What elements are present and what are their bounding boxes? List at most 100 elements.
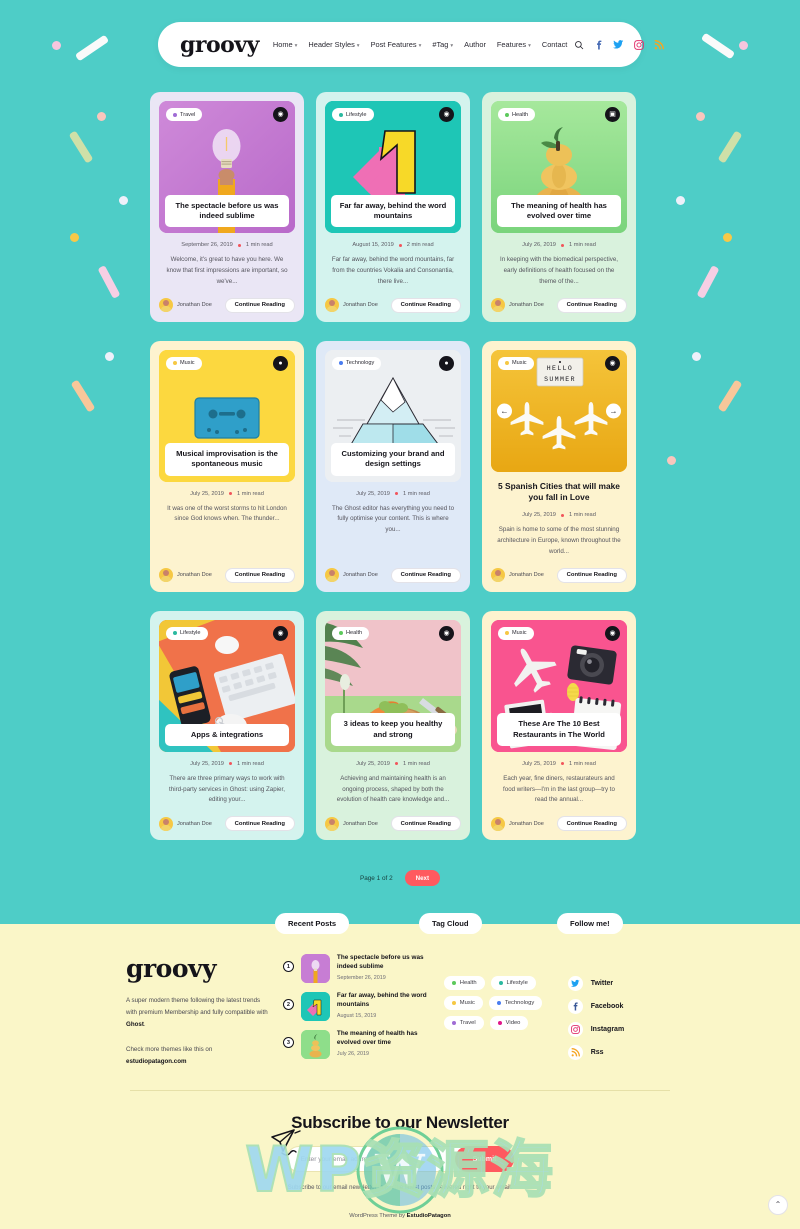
footer-logo[interactable]: groovy xyxy=(126,954,271,983)
post-thumbnail[interactable]: Lifestyle ◉ Apps & integrations xyxy=(159,619,295,752)
post-thumbnail[interactable]: Travel ◉ The spectacle before us was ind… xyxy=(159,101,295,233)
tag-video[interactable]: Video xyxy=(489,1016,529,1031)
follow-link-twitter[interactable]: Twitter xyxy=(567,976,674,992)
nav-item-home[interactable]: Home ▾ xyxy=(273,40,297,49)
newsletter-form: Enter your email address Submit xyxy=(0,1146,800,1173)
recent-post-title[interactable]: The spectacle before us was indeed subli… xyxy=(337,954,430,972)
category-badge[interactable]: Music xyxy=(498,626,534,640)
continue-reading-button[interactable]: Continue Reading xyxy=(556,297,627,313)
carousel-prev-arrow-icon[interactable]: ← xyxy=(497,403,512,419)
post-author[interactable]: Jonathan Doe xyxy=(159,568,212,583)
recent-post-number: 1 xyxy=(282,961,294,973)
nav-item-post-features[interactable]: Post Features ▾ xyxy=(371,40,422,49)
credit-brand[interactable]: EstudioPatagon xyxy=(407,1213,451,1219)
category-badge[interactable]: Lifestyle xyxy=(166,626,208,640)
twitter-icon[interactable] xyxy=(613,39,624,50)
post-thumbnail[interactable]: Lifestyle ◉ Far far away, behind the wor… xyxy=(325,101,461,233)
instagram-icon[interactable] xyxy=(633,39,644,50)
carousel-next-arrow-icon[interactable]: → xyxy=(606,403,621,419)
post-card[interactable]: Health ▣ The meaning of health has evolv… xyxy=(482,92,636,322)
post-thumbnail[interactable]: Music ● Musical improvisation is the spo… xyxy=(159,349,295,482)
recent-post-title[interactable]: Far far away, behind the word mountains xyxy=(337,992,430,1010)
recent-post-text: Far far away, behind the word mountains … xyxy=(337,992,430,1019)
continue-reading-button[interactable]: Continue Reading xyxy=(556,816,627,832)
facebook-icon[interactable] xyxy=(593,39,604,50)
category-badge[interactable]: Technology xyxy=(332,356,382,370)
post-card[interactable]: Health ◉ 3 ideas to keep you healthy and… xyxy=(316,610,470,841)
tag-music[interactable]: Music xyxy=(443,996,483,1011)
category-badge[interactable]: Health xyxy=(332,626,370,640)
post-title[interactable]: These Are The 10 Best Restaurants in The… xyxy=(497,713,621,746)
post-title[interactable]: Apps & integrations xyxy=(165,723,289,746)
post-author[interactable]: Jonathan Doe xyxy=(491,816,544,831)
category-badge[interactable]: Music xyxy=(498,356,534,370)
post-read-time: 2 min read xyxy=(406,242,434,248)
follow-link-facebook[interactable]: Facebook xyxy=(567,999,674,1015)
continue-reading-button[interactable]: Continue Reading xyxy=(390,816,461,832)
category-badge[interactable]: Lifestyle xyxy=(332,108,374,121)
about-external-link[interactable]: estudiopatagon.com xyxy=(126,1058,187,1065)
post-card[interactable]: Music ● Musical improvisation is the spo… xyxy=(150,340,304,592)
post-title[interactable]: 3 ideas to keep you healthy and strong xyxy=(331,713,455,746)
tag-lifestyle[interactable]: Lifestyle xyxy=(490,976,536,991)
post-title[interactable]: Far far away, behind the word mountains xyxy=(331,194,455,227)
post-card[interactable]: Lifestyle ◉ Far far away, behind the wor… xyxy=(316,92,470,322)
nav-item-features[interactable]: Features ▾ xyxy=(497,40,531,49)
post-card[interactable]: Music ◉ These Are The 10 Best Restaurant… xyxy=(482,610,636,841)
newsletter-email-input[interactable]: Enter your email address xyxy=(285,1146,481,1173)
post-title[interactable]: The spectacle before us was indeed subli… xyxy=(165,194,289,227)
post-thumbnail[interactable]: Music ◉ These Are The 10 Best Restaurant… xyxy=(491,619,627,752)
post-title[interactable]: 5 Spanish Cities that will make you fall… xyxy=(495,481,623,504)
nav-item-author[interactable]: Author xyxy=(464,40,486,49)
category-badge[interactable]: Health xyxy=(498,108,536,121)
post-footer: Jonathan Doe Continue Reading xyxy=(325,558,461,583)
nav-item-tag[interactable]: #Tag ▾ xyxy=(432,40,453,49)
post-read-time: 1 min read xyxy=(236,490,264,497)
recent-post-item[interactable]: 3 The meaning of health has evolved over… xyxy=(282,1030,430,1060)
site-logo[interactable]: groovy xyxy=(180,32,259,58)
category-badge[interactable]: Music xyxy=(166,356,202,370)
post-author[interactable]: Jonathan Doe xyxy=(159,816,212,831)
tag-health[interactable]: Health xyxy=(443,976,485,991)
post-thumbnail[interactable]: Health ▣ The meaning of health has evolv… xyxy=(491,101,627,233)
post-author[interactable]: Jonathan Doe xyxy=(325,298,378,313)
tag-travel[interactable]: Travel xyxy=(443,1016,484,1031)
continue-reading-button[interactable]: Continue Reading xyxy=(556,567,627,583)
recent-post-text: The spectacle before us was indeed subli… xyxy=(337,954,430,981)
post-author[interactable]: Jonathan Doe xyxy=(325,816,378,831)
follow-link-rss[interactable]: Rss xyxy=(567,1045,674,1061)
continue-reading-button[interactable]: Continue Reading xyxy=(224,297,295,313)
post-card[interactable]: Technology ● Customizing your brand and … xyxy=(316,340,470,592)
post-card[interactable]: Travel ◉ The spectacle before us was ind… xyxy=(150,92,304,322)
post-author[interactable]: Jonathan Doe xyxy=(325,568,378,583)
recent-post-item[interactable]: 1 The spectacle before us was indeed sub… xyxy=(282,954,430,984)
post-title[interactable]: Musical improvisation is the spontaneous… xyxy=(165,443,289,476)
post-date: July 25, 2019 xyxy=(190,490,224,497)
rss-icon[interactable] xyxy=(653,39,664,50)
nav-item-contact[interactable]: Contact xyxy=(542,40,567,49)
post-title[interactable]: The meaning of health has evolved over t… xyxy=(497,194,621,227)
continue-reading-button[interactable]: Continue Reading xyxy=(390,297,461,313)
newsletter-submit-button[interactable]: Submit xyxy=(454,1146,515,1173)
continue-reading-button[interactable]: Continue Reading xyxy=(224,567,295,583)
category-badge[interactable]: Travel xyxy=(166,108,203,121)
nav-item-header-styles[interactable]: Header Styles ▾ xyxy=(308,40,359,49)
recent-post-item[interactable]: 2 Far far away, behind the word mountain… xyxy=(282,992,430,1022)
next-page-button[interactable]: Next xyxy=(404,870,441,887)
post-card[interactable]: Lifestyle ◉ Apps & integrations July 25,… xyxy=(150,610,304,841)
follow-link-instagram[interactable]: Instagram xyxy=(567,1022,674,1038)
continue-reading-button[interactable]: Continue Reading xyxy=(224,816,295,832)
post-title[interactable]: Customizing your brand and design settin… xyxy=(331,443,455,476)
post-thumbnail-carousel[interactable]: HELLO SUMMER Music ◉ ← → xyxy=(491,349,627,472)
post-author[interactable]: Jonathan Doe xyxy=(159,298,212,313)
tag-technology[interactable]: Technology xyxy=(488,996,543,1011)
continue-reading-button[interactable]: Continue Reading xyxy=(390,567,461,583)
scroll-to-top-button[interactable]: ⌃ xyxy=(768,1194,788,1215)
post-author[interactable]: Jonathan Doe xyxy=(491,568,544,583)
post-author[interactable]: Jonathan Doe xyxy=(491,298,544,313)
recent-post-title[interactable]: The meaning of health has evolved over t… xyxy=(337,1030,430,1048)
post-thumbnail[interactable]: Technology ● Customizing your brand and … xyxy=(325,349,461,482)
post-thumbnail[interactable]: Health ◉ 3 ideas to keep you healthy and… xyxy=(325,619,461,752)
search-icon[interactable] xyxy=(573,39,584,50)
post-card-carousel[interactable]: HELLO SUMMER Music ◉ ← → 5 Spanish Citie… xyxy=(482,340,636,592)
